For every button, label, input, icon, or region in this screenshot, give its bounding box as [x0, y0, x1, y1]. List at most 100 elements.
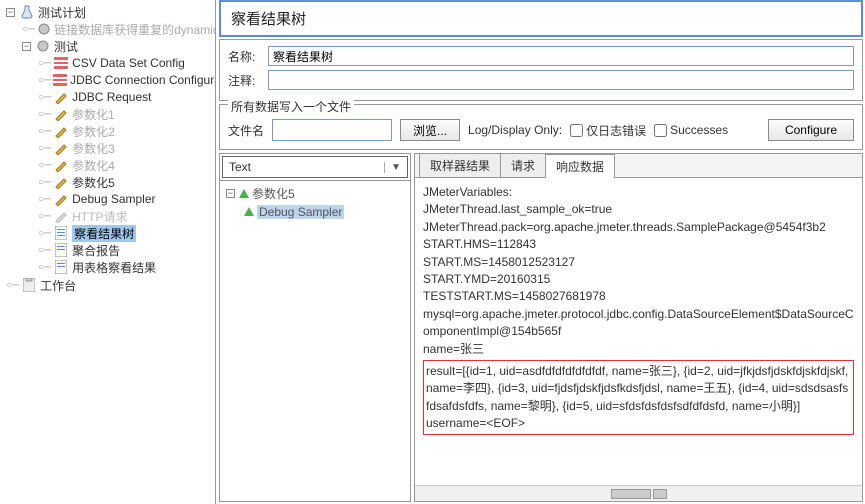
tree-item[interactable]: ○─ 参数化5: [6, 174, 215, 190]
tree-item-label: CSV Data Set Config: [72, 56, 185, 70]
tab-request[interactable]: 请求: [500, 153, 546, 177]
tree-root-label: 测试计划: [38, 4, 86, 21]
tree-item[interactable]: ○─ 参数化3: [6, 140, 215, 156]
connector-icon: ○─: [38, 92, 51, 103]
gear-icon: [35, 38, 51, 54]
response-line: username=<EOF>: [426, 415, 851, 432]
connector-icon: ○─: [38, 177, 51, 188]
response-line: JMeterThread.pack=org.apache.jmeter.thre…: [423, 219, 854, 236]
pen-icon: [53, 174, 69, 190]
clipboard-icon: [21, 277, 37, 293]
page-icon: [53, 259, 69, 275]
connector-icon: ○─: [6, 280, 19, 291]
connector-icon: ○─: [38, 228, 51, 239]
scrollbar-thumb[interactable]: [611, 489, 651, 499]
name-label: 名称:: [228, 48, 268, 65]
result-tree-item[interactable]: − 参数化5: [226, 185, 404, 202]
tree-item[interactable]: ○─ 链接数据库获得重复的dynamic: [6, 21, 215, 37]
tree-item[interactable]: ○─ 参数化4: [6, 157, 215, 173]
horizontal-scrollbar[interactable]: [415, 485, 862, 501]
tree-item[interactable]: ○─ JDBC Request: [6, 89, 215, 105]
result-tree-item[interactable]: Debug Sampler: [226, 203, 404, 220]
response-line: mysql=org.apache.jmeter.protocol.jdbc.co…: [423, 306, 854, 341]
connector-icon: ○─: [38, 262, 51, 273]
connector-icon: ○─: [38, 143, 51, 154]
pen-icon: [53, 208, 69, 224]
view-format-dropdown[interactable]: Text ▼: [222, 156, 408, 178]
tree-item-label: 链接数据库获得重复的dynamic: [54, 21, 216, 38]
tree-item-label: 测试: [54, 38, 78, 55]
tree-item-label: JDBC Request: [72, 90, 151, 104]
success-icon: [239, 189, 249, 198]
tree-item[interactable]: ○─ 参数化1: [6, 106, 215, 122]
tree-item[interactable]: − 测试: [6, 38, 215, 54]
pen-icon: [53, 106, 69, 122]
connector-icon: ○─: [22, 24, 35, 35]
tree-item-label: 参数化3: [72, 140, 115, 157]
browse-button[interactable]: 浏览...: [400, 119, 460, 141]
filename-label: 文件名: [228, 122, 264, 139]
tree-item-label: 参数化1: [72, 106, 115, 123]
connector-icon: ○─: [38, 109, 51, 120]
csv-icon: [53, 55, 69, 71]
connector-icon: ○─: [38, 211, 51, 222]
response-line: JMeterVariables:: [423, 184, 854, 201]
tree-item[interactable]: ○─ CSV Data Set Config: [6, 55, 215, 71]
result-label: 参数化5: [252, 185, 295, 202]
tree-item-active[interactable]: ○─ 察看结果树: [6, 225, 215, 241]
tree-item-label: 参数化5: [72, 174, 115, 191]
page-icon: [53, 242, 69, 258]
tree-item-label: 工作台: [40, 277, 76, 294]
results-list-pane: Text ▼ − 参数化5 Debug Sampler: [219, 153, 411, 502]
dropdown-value: Text: [229, 160, 251, 174]
response-line: result=[{id=1, uid=asdfdfdfdfdfdfdf, nam…: [426, 363, 851, 415]
tree-item[interactable]: ○─ JDBC Connection Configurat: [6, 72, 215, 88]
tree-item-label: 察看结果树: [72, 225, 136, 242]
response-line: TESTSTART.MS=1458027681978: [423, 288, 854, 305]
name-input[interactable]: [268, 46, 854, 66]
collapse-icon[interactable]: −: [22, 42, 31, 51]
tree-item[interactable]: ○─ 参数化2: [6, 123, 215, 139]
file-output-group: 所有数据写入一个文件 文件名 浏览... Log/Display Only: 仅…: [219, 104, 863, 150]
result-tabs: 取样器结果 请求 响应数据: [415, 154, 862, 178]
collapse-icon[interactable]: −: [226, 189, 235, 198]
tree-workbench[interactable]: ○─ 工作台: [6, 277, 215, 293]
comment-label: 注释:: [228, 72, 268, 89]
tree-item-label: JDBC Connection Configurat: [70, 73, 216, 87]
tree-root[interactable]: − 测试计划: [6, 4, 215, 20]
file-group-legend: 所有数据写入一个文件: [228, 98, 354, 115]
configure-button[interactable]: Configure: [768, 119, 854, 141]
errors-only-checkbox[interactable]: 仅日志错误: [570, 122, 646, 139]
tree-item[interactable]: ○─ HTTP请求: [6, 208, 215, 224]
successes-checkbox[interactable]: Successes: [654, 123, 728, 137]
logdisplay-label: Log/Display Only:: [468, 123, 562, 137]
tree-item-label: Debug Sampler: [72, 192, 155, 206]
connector-icon: ○─: [38, 160, 51, 171]
connector-icon: ○─: [38, 58, 51, 69]
pen-icon: [53, 123, 69, 139]
response-body[interactable]: JMeterVariables: JMeterThread.last_sampl…: [415, 178, 862, 485]
tab-sampler-result[interactable]: 取样器结果: [419, 153, 501, 177]
result-detail-pane: 取样器结果 请求 响应数据 JMeterVariables: JMeterThr…: [414, 153, 863, 502]
connector-icon: ○─: [38, 126, 51, 137]
tree-item-label: 参数化4: [72, 157, 115, 174]
connector-icon: ○─: [38, 75, 51, 86]
csv-icon: [53, 72, 67, 88]
tree-item[interactable]: ○─ 聚合报告: [6, 242, 215, 258]
tree-item[interactable]: ○─ Debug Sampler: [6, 191, 215, 207]
chevron-down-icon: ▼: [384, 162, 401, 173]
pen-icon: [53, 89, 69, 105]
tree-item[interactable]: ○─ 用表格察看结果: [6, 259, 215, 275]
flask-icon: [19, 4, 35, 20]
filename-input[interactable]: [272, 119, 392, 141]
result-label: Debug Sampler: [257, 205, 344, 219]
comment-input[interactable]: [268, 70, 854, 90]
response-line: START.MS=1458012523127: [423, 254, 854, 271]
panel-title: 察看结果树: [219, 0, 863, 37]
response-line: START.YMD=20160315: [423, 271, 854, 288]
response-line: name=张三: [423, 341, 854, 358]
pen-icon: [53, 191, 69, 207]
tab-response-data[interactable]: 响应数据: [545, 154, 615, 178]
scrollbar-arrow-icon[interactable]: [653, 489, 667, 499]
collapse-icon[interactable]: −: [6, 8, 15, 17]
